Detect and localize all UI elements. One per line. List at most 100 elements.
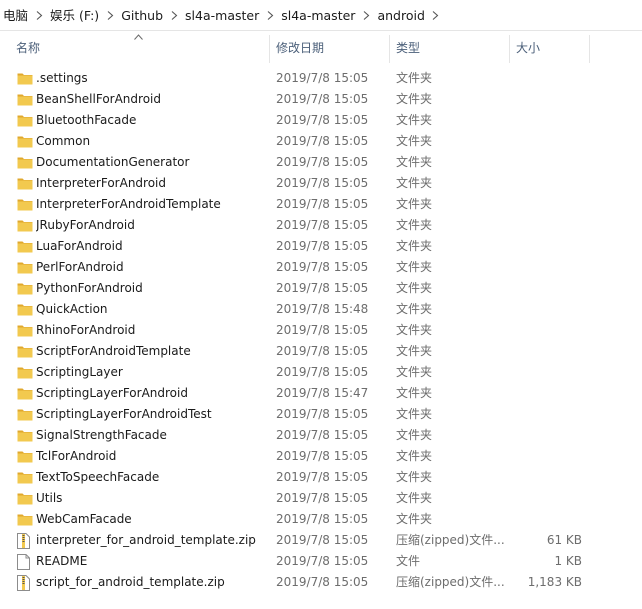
file-name: ScriptingLayer — [36, 365, 123, 379]
file-name: ScriptingLayerForAndroidTest — [36, 407, 212, 421]
column-header-name[interactable]: 名称 — [10, 31, 268, 65]
folder-icon — [17, 110, 33, 131]
file-name: WebCamFacade — [36, 512, 132, 526]
file-modified-date: 2019/7/8 15:05 — [276, 512, 369, 526]
chevron-right-icon[interactable] — [358, 0, 374, 30]
file-modified-date: 2019/7/8 15:05 — [276, 575, 369, 589]
breadcrumb-item[interactable]: android — [374, 0, 427, 30]
breadcrumb-item[interactable]: Github — [118, 0, 166, 30]
breadcrumb: 电脑 娱乐 (F:) Github sl4a-master sl4a-maste… — [0, 0, 642, 31]
file-row[interactable]: ScriptingLayerForAndroidTest 2019/7/8 15… — [0, 404, 642, 425]
file-type: 文件夹 — [396, 512, 433, 526]
column-header-type[interactable]: 类型 — [390, 31, 508, 65]
folder-icon — [17, 383, 33, 404]
folder-icon — [17, 446, 33, 467]
file-name: TclForAndroid — [36, 449, 117, 463]
file-row[interactable]: WebCamFacade 2019/7/8 15:05 文件夹 — [0, 509, 642, 530]
file-modified-date: 2019/7/8 15:05 — [276, 344, 369, 358]
file-modified-date: 2019/7/8 15:05 — [276, 134, 369, 148]
file-row[interactable]: PythonForAndroid 2019/7/8 15:05 文件夹 — [0, 278, 642, 299]
file-size — [516, 236, 582, 257]
file-row[interactable]: Utils 2019/7/8 15:05 文件夹 — [0, 488, 642, 509]
file-name: QuickAction — [36, 302, 108, 316]
file-row[interactable]: .settings 2019/7/8 15:05 文件夹 — [0, 68, 642, 89]
file-size — [516, 446, 582, 467]
file-modified-date: 2019/7/8 15:05 — [276, 281, 369, 295]
file-size — [516, 383, 582, 404]
file-row[interactable]: InterpreterForAndroid 2019/7/8 15:05 文件夹 — [0, 173, 642, 194]
file-row[interactable]: LuaForAndroid 2019/7/8 15:05 文件夹 — [0, 236, 642, 257]
folder-icon — [17, 173, 33, 194]
file-modified-date: 2019/7/8 15:05 — [276, 533, 369, 547]
file-name: InterpreterForAndroid — [36, 176, 167, 190]
file-row[interactable]: PerlForAndroid 2019/7/8 15:05 文件夹 — [0, 257, 642, 278]
file-row[interactable]: ScriptingLayerForAndroid 2019/7/8 15:47 … — [0, 383, 642, 404]
chevron-right-icon[interactable] — [428, 0, 444, 30]
file-name: ScriptForAndroidTemplate — [36, 344, 191, 358]
breadcrumb-item[interactable]: 电脑 — [0, 0, 31, 30]
file-type: 压缩(zipped)文件... — [396, 575, 505, 589]
file-row[interactable]: RhinoForAndroid 2019/7/8 15:05 文件夹 — [0, 320, 642, 341]
file-list: .settings 2019/7/8 15:05 文件夹 BeanShellFo… — [0, 68, 642, 593]
folder-icon — [17, 509, 33, 530]
file-row[interactable]: BluetoothFacade 2019/7/8 15:05 文件夹 — [0, 110, 642, 131]
file-name: interpreter_for_android_template.zip — [36, 533, 256, 547]
file-row[interactable]: QuickAction 2019/7/8 15:48 文件夹 — [0, 299, 642, 320]
file-row[interactable]: BeanShellForAndroid 2019/7/8 15:05 文件夹 — [0, 89, 642, 110]
file-size: 1,183 KB — [527, 575, 582, 589]
file-name: README — [36, 554, 88, 568]
file-name: Utils — [36, 491, 63, 505]
file-row[interactable]: TclForAndroid 2019/7/8 15:05 文件夹 — [0, 446, 642, 467]
file-row[interactable]: JRubyForAndroid 2019/7/8 15:05 文件夹 — [0, 215, 642, 236]
file-type: 文件夹 — [396, 197, 433, 211]
folder-icon — [17, 488, 33, 509]
file-type: 文件夹 — [396, 176, 433, 190]
folder-icon — [17, 341, 33, 362]
file-row[interactable]: InterpreterForAndroidTemplate 2019/7/8 1… — [0, 194, 642, 215]
file-modified-date: 2019/7/8 15:05 — [276, 260, 369, 274]
file-size — [516, 299, 582, 320]
file-row[interactable]: ScriptingLayer 2019/7/8 15:05 文件夹 — [0, 362, 642, 383]
file-icon — [17, 551, 33, 572]
folder-icon — [17, 236, 33, 257]
folder-icon — [17, 467, 33, 488]
file-row[interactable]: Common 2019/7/8 15:05 文件夹 — [0, 131, 642, 152]
file-size — [516, 341, 582, 362]
file-modified-date: 2019/7/8 15:05 — [276, 449, 369, 463]
file-type: 文件夹 — [396, 365, 433, 379]
file-size — [516, 509, 582, 530]
file-size — [516, 131, 582, 152]
file-row[interactable]: SignalStrengthFacade 2019/7/8 15:05 文件夹 — [0, 425, 642, 446]
chevron-right-icon[interactable] — [166, 0, 182, 30]
file-size — [516, 404, 582, 425]
column-header-date[interactable]: 修改日期 — [270, 31, 388, 65]
breadcrumb-item[interactable]: sl4a-master — [278, 0, 358, 30]
file-type: 文件夹 — [396, 281, 433, 295]
chevron-right-icon[interactable] — [102, 0, 118, 30]
chevron-right-icon[interactable] — [262, 0, 278, 30]
file-type: 文件夹 — [396, 302, 433, 316]
folder-icon — [17, 68, 33, 89]
file-name: BeanShellForAndroid — [36, 92, 161, 106]
file-type: 文件夹 — [396, 386, 433, 400]
file-row[interactable]: TextToSpeechFacade 2019/7/8 15:05 文件夹 — [0, 467, 642, 488]
folder-icon — [17, 257, 33, 278]
file-row[interactable]: ScriptForAndroidTemplate 2019/7/8 15:05 … — [0, 341, 642, 362]
file-name: PythonForAndroid — [36, 281, 143, 295]
breadcrumb-item[interactable]: sl4a-master — [182, 0, 262, 30]
folder-icon — [17, 362, 33, 383]
file-modified-date: 2019/7/8 15:05 — [276, 365, 369, 379]
file-row[interactable]: script_for_android_template.zip 2019/7/8… — [0, 572, 642, 593]
folder-icon — [17, 131, 33, 152]
breadcrumb-item[interactable]: 娱乐 (F:) — [47, 0, 102, 30]
folder-icon — [17, 404, 33, 425]
file-modified-date: 2019/7/8 15:47 — [276, 386, 369, 400]
file-modified-date: 2019/7/8 15:05 — [276, 407, 369, 421]
file-name: LuaForAndroid — [36, 239, 123, 253]
column-divider[interactable] — [589, 35, 590, 63]
file-row[interactable]: interpreter_for_android_template.zip 201… — [0, 530, 642, 551]
chevron-right-icon[interactable] — [31, 0, 47, 30]
file-row[interactable]: README 2019/7/8 15:05 文件 1 KB — [0, 551, 642, 572]
column-header-size[interactable]: 大小 — [510, 31, 588, 65]
file-row[interactable]: DocumentationGenerator 2019/7/8 15:05 文件… — [0, 152, 642, 173]
